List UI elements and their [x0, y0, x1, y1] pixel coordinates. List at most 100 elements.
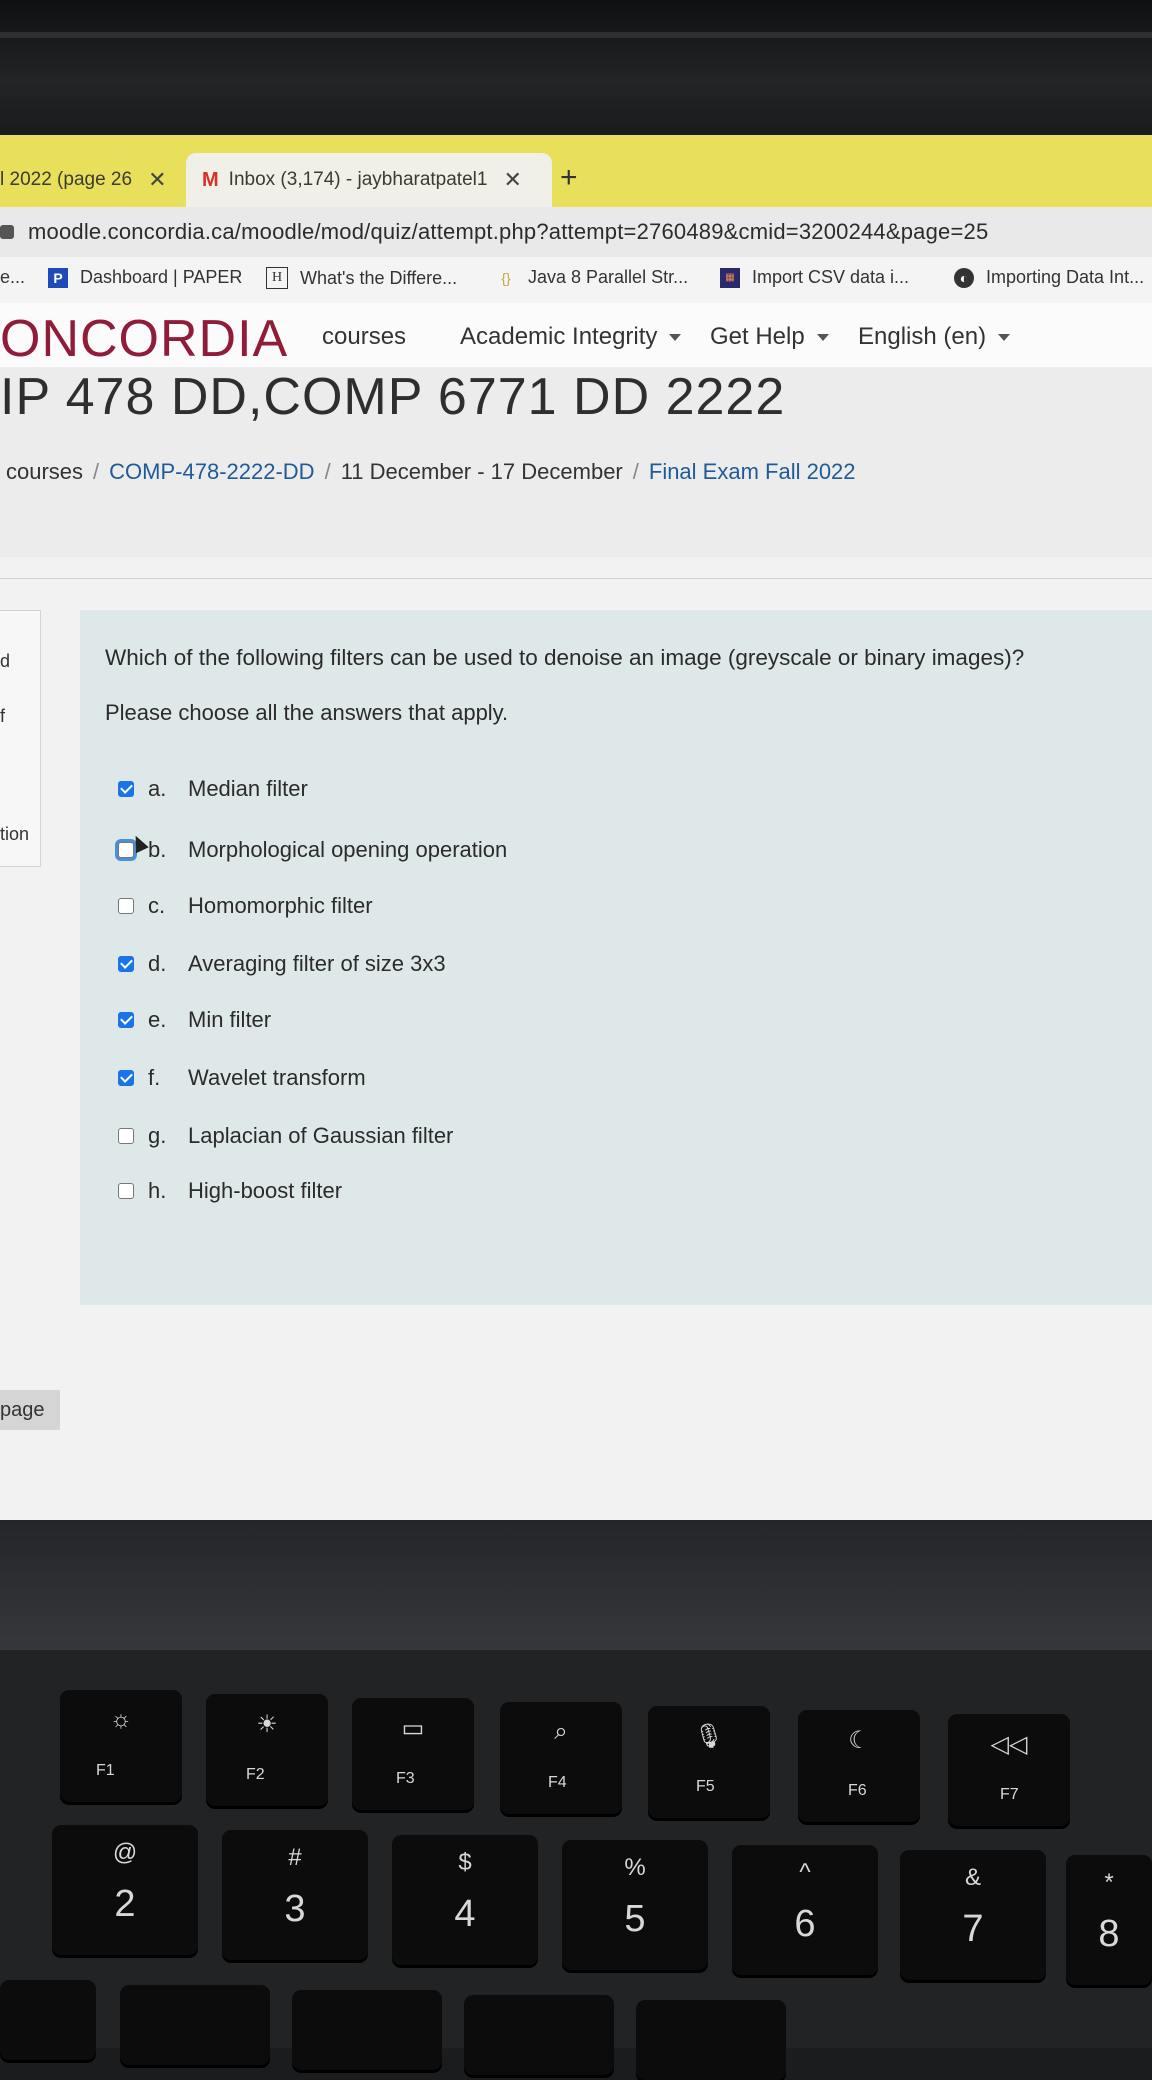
breadcrumb-courses[interactable]: courses [6, 459, 83, 485]
tab-inbox[interactable]: M Inbox (3,174) - jaybharatpatel1 ✕ [186, 153, 552, 207]
bookmark-item[interactable]: H What's the Differe... [266, 267, 457, 289]
site-navbar: ONCORDIA courses Academic Integrity Get … [0, 303, 1152, 369]
checkbox[interactable] [118, 1128, 134, 1144]
page-header: IP 478 DD,COMP 6771 DD 2222 courses / CO… [0, 367, 1152, 557]
option-label: Median filter [188, 776, 308, 801]
bookmarks-bar: e... P Dashboard | PAPER H What's the Diff… [0, 257, 1152, 304]
answer-option-e[interactable]: e. Min filter [118, 1007, 271, 1033]
key-5[interactable]: % 5 [562, 1840, 708, 1970]
left-nav-text: f [0, 706, 6, 726]
answer-option-g[interactable]: g. Laplacian of Gaussian filter [118, 1123, 453, 1149]
key-6[interactable]: ^ 6 [732, 1845, 878, 1975]
checkbox[interactable] [118, 956, 134, 972]
question-card: Which of the following filters can be us… [80, 610, 1152, 1305]
key[interactable] [120, 1985, 270, 2065]
microphone-icon: 🎙 [693, 1723, 725, 1750]
quiz-navigation-panel: d f tion [0, 610, 41, 867]
brightness-up-icon: ☀ [256, 1711, 278, 1738]
option-label: Homomorphic filter [188, 893, 373, 918]
globe-icon: ◐ [954, 267, 974, 288]
breadcrumb: courses / COMP-478-2222-DD / 11 December… [6, 459, 856, 485]
key[interactable] [292, 1990, 442, 2070]
option-label: Averaging filter of size 3x3 [188, 951, 446, 976]
breadcrumb-section: 11 December - 17 December [340, 459, 623, 484]
answer-option-d[interactable]: d. Averaging filter of size 3x3 [118, 951, 446, 977]
tab-strip: l 2022 (page 26 ✕ M Inbox (3,174) - jayb… [0, 135, 1152, 207]
option-label: High-boost filter [188, 1178, 343, 1203]
address-bar[interactable]: moodle.concordia.ca/moodle/mod/quiz/atte… [0, 207, 1152, 257]
close-icon[interactable]: ✕ [503, 167, 521, 193]
java-icon: {} [501, 269, 511, 286]
bookmark-item[interactable]: {} Java 8 Parallel Str... [496, 267, 688, 288]
option-label: Morphological opening operation [188, 837, 508, 862]
left-nav-text: tion [0, 824, 30, 844]
nav-get-help[interactable]: Get Help [710, 323, 829, 351]
key-f3[interactable]: ▭ F3 [352, 1698, 474, 1810]
checkbox[interactable] [118, 1012, 134, 1028]
lock-icon [0, 225, 14, 239]
key-4[interactable]: $4 [392, 1835, 538, 1965]
key-8[interactable]: * 8 [1066, 1855, 1152, 1985]
question-text: Which of the following filters can be us… [105, 645, 1025, 670]
nav-courses[interactable]: courses [322, 323, 406, 351]
paper-icon: P [48, 267, 68, 288]
answer-option-a[interactable]: a. Median filter [118, 776, 308, 802]
key-f7[interactable]: ◁◁ F7 [948, 1714, 1070, 1826]
search-icon: ⌕ [554, 1718, 568, 1745]
option-label: Laplacian of Gaussian filter [188, 1123, 454, 1148]
key[interactable] [464, 1995, 614, 2075]
breadcrumb-course[interactable]: COMP-478-2222-DD [109, 459, 314, 485]
nav-language[interactable]: English (en) [858, 323, 1011, 351]
chevron-down-icon [998, 333, 1011, 341]
key[interactable] [0, 1980, 96, 2060]
next-page-button[interactable]: page [0, 1390, 60, 1430]
close-icon[interactable]: ✕ [148, 167, 166, 193]
chevron-down-icon [669, 333, 682, 341]
browser-screen: l 2022 (page 26 ✕ M Inbox (3,174) - jayb… [0, 135, 1152, 1525]
bookmark-item[interactable]: e... [0, 267, 25, 288]
bookmark-item[interactable]: ▦ Import CSV data i... [720, 267, 909, 288]
gmail-icon: M [202, 168, 219, 191]
site-logo[interactable]: ONCORDIA [0, 309, 288, 369]
breadcrumb-quiz[interactable]: Final Exam Fall 2022 [649, 459, 856, 485]
answer-option-b[interactable]: b. Morphological opening operation [118, 837, 507, 863]
key[interactable] [636, 2000, 786, 2080]
new-tab-button[interactable]: + [560, 161, 578, 195]
brightness-down-icon: ☼ [110, 1706, 132, 1733]
monitor-bezel [0, 0, 1152, 135]
csv-icon: ▦ [720, 267, 740, 288]
checkbox[interactable] [118, 898, 134, 914]
moon-icon: ☾ [848, 1727, 870, 1754]
checkbox[interactable] [118, 781, 134, 797]
answer-option-c[interactable]: c. Homomorphic filter [118, 893, 373, 919]
nav-academic-integrity[interactable]: Academic Integrity [460, 323, 682, 351]
key-f5[interactable]: 🎙 F5 [648, 1706, 770, 1818]
tab-quiz[interactable]: l 2022 (page 26 ✕ [0, 153, 180, 207]
h-site-icon: H [266, 267, 288, 289]
divider [0, 578, 1152, 579]
bookmark-item[interactable]: ◐ Importing Data Int... [954, 267, 1144, 288]
bookmark-item[interactable]: P Dashboard | PAPER [48, 267, 242, 288]
checkbox[interactable] [118, 1070, 134, 1086]
key-2[interactable]: @2 [52, 1825, 198, 1955]
page-title: IP 478 DD,COMP 6771 DD 2222 [0, 368, 786, 426]
tab-label: l 2022 (page 26 [0, 169, 133, 190]
key-f4[interactable]: ⌕ F4 [500, 1702, 622, 1814]
key-f6[interactable]: ☾ F6 [798, 1710, 920, 1822]
url-text[interactable]: moodle.concordia.ca/moodle/mod/quiz/atte… [28, 219, 988, 245]
answer-option-f[interactable]: f. Wavelet transform [118, 1065, 366, 1091]
checkbox[interactable] [118, 1183, 134, 1199]
tab-label: Inbox (3,174) - jaybharatpatel1 [228, 169, 488, 190]
option-label: Min filter [188, 1007, 272, 1032]
option-label: Wavelet transform [188, 1065, 366, 1090]
key-7[interactable]: & 7 [900, 1850, 1046, 1980]
keyboard: ☼ F1 ☀ F2 ▭ F3 ⌕ F4 🎙 F5 ☾ F6 ◁◁ F7 @2 #3 $4 % 5… [0, 1650, 1152, 2080]
key-3[interactable]: #3 [222, 1830, 368, 1960]
question-prompt: Please choose all the answers that apply… [105, 700, 509, 725]
chevron-down-icon [816, 333, 829, 341]
rewind-icon: ◁◁ [990, 1731, 1028, 1758]
key-f1[interactable]: ☼ F1 [60, 1690, 182, 1802]
key-f2[interactable]: ☀ F2 [206, 1694, 328, 1806]
answer-option-h[interactable]: h. High-boost filter [118, 1178, 342, 1204]
mission-control-icon: ▭ [401, 1715, 425, 1742]
